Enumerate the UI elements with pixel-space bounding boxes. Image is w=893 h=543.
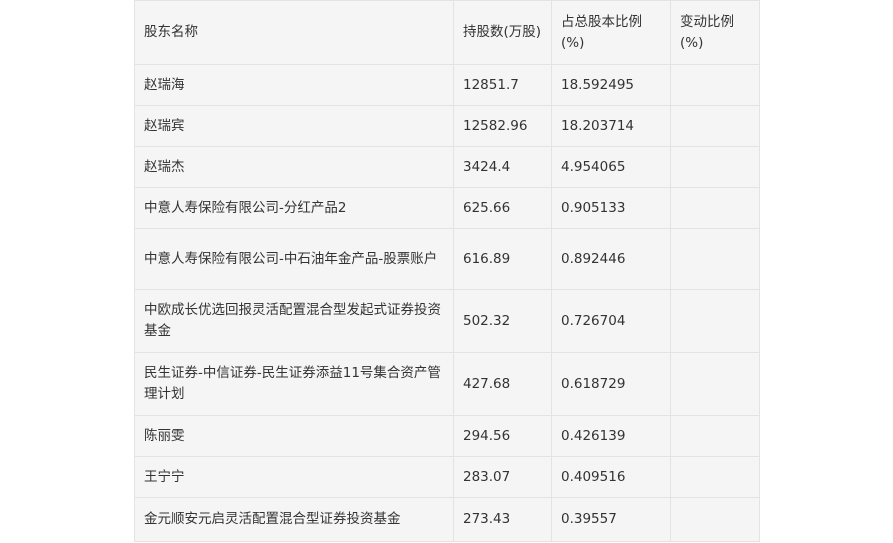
cell-name: 赵瑞海 [134,64,454,106]
cell-change [670,415,760,457]
cell-name: 王宁宁 [134,456,454,498]
cell-change [670,456,760,498]
cell-change [670,497,760,542]
cell-shares: 273.43 [453,497,552,542]
cell-ratio: 0.905133 [551,187,671,229]
cell-name: 民生证券-中信证券-民生证券添益11号集合资产管理计划 [134,352,454,416]
cell-ratio: 0.409516 [551,456,671,498]
cell-name: 中意人寿保险有限公司-中石油年金产品-股票账户 [134,228,454,290]
table-row: 赵瑞海 12851.7 18.592495 [134,64,760,106]
cell-shares: 12851.7 [453,64,552,106]
cell-ratio: 0.39557 [551,497,671,542]
cell-change [670,289,760,353]
cell-ratio: 0.726704 [551,289,671,353]
cell-name: 中欧成长优选回报灵活配置混合型发起式证券投资基金 [134,289,454,353]
table-row: 赵瑞宾 12582.96 18.203714 [134,105,760,147]
cell-shares: 625.66 [453,187,552,229]
cell-change [670,187,760,229]
table-row: 王宁宁 283.07 0.409516 [134,456,760,498]
cell-shares: 294.56 [453,415,552,457]
shareholder-table-container: 股东名称 持股数(万股) 占总股本比例(%) 变动比例(%) 赵瑞海 12851… [134,0,760,542]
cell-change [670,228,760,290]
table-row: 民生证券-中信证券-民生证券添益11号集合资产管理计划 427.68 0.618… [134,352,760,416]
table-row: 金元顺安元启灵活配置混合型证券投资基金 273.43 0.39557 [134,497,760,542]
table-header-row: 股东名称 持股数(万股) 占总股本比例(%) 变动比例(%) [134,0,760,65]
cell-shares: 616.89 [453,228,552,290]
cell-change [670,64,760,106]
cell-change [670,105,760,147]
cell-shares: 3424.4 [453,146,552,188]
table-row: 中欧成长优选回报灵活配置混合型发起式证券投资基金 502.32 0.726704 [134,289,760,353]
header-ratio: 占总股本比例(%) [551,0,671,65]
table-row: 陈丽雯 294.56 0.426139 [134,415,760,457]
cell-name: 陈丽雯 [134,415,454,457]
cell-shares: 502.32 [453,289,552,353]
cell-shares: 283.07 [453,456,552,498]
cell-name: 赵瑞杰 [134,146,454,188]
cell-change [670,352,760,416]
cell-shares: 12582.96 [453,105,552,147]
cell-name: 金元顺安元启灵活配置混合型证券投资基金 [134,497,454,542]
shareholder-table: 股东名称 持股数(万股) 占总股本比例(%) 变动比例(%) 赵瑞海 12851… [134,0,760,542]
cell-name: 赵瑞宾 [134,105,454,147]
cell-ratio: 18.203714 [551,105,671,147]
cell-ratio: 0.426139 [551,415,671,457]
cell-ratio: 0.892446 [551,228,671,290]
header-shareholder-name: 股东名称 [134,0,454,65]
cell-ratio: 18.592495 [551,64,671,106]
header-shares: 持股数(万股) [453,0,552,65]
cell-ratio: 0.618729 [551,352,671,416]
header-change: 变动比例(%) [670,0,760,65]
table-row: 中意人寿保险有限公司-中石油年金产品-股票账户 616.89 0.892446 [134,228,760,290]
cell-ratio: 4.954065 [551,146,671,188]
table-row: 赵瑞杰 3424.4 4.954065 [134,146,760,188]
cell-change [670,146,760,188]
cell-shares: 427.68 [453,352,552,416]
cell-name: 中意人寿保险有限公司-分红产品2 [134,187,454,229]
table-row: 中意人寿保险有限公司-分红产品2 625.66 0.905133 [134,187,760,229]
